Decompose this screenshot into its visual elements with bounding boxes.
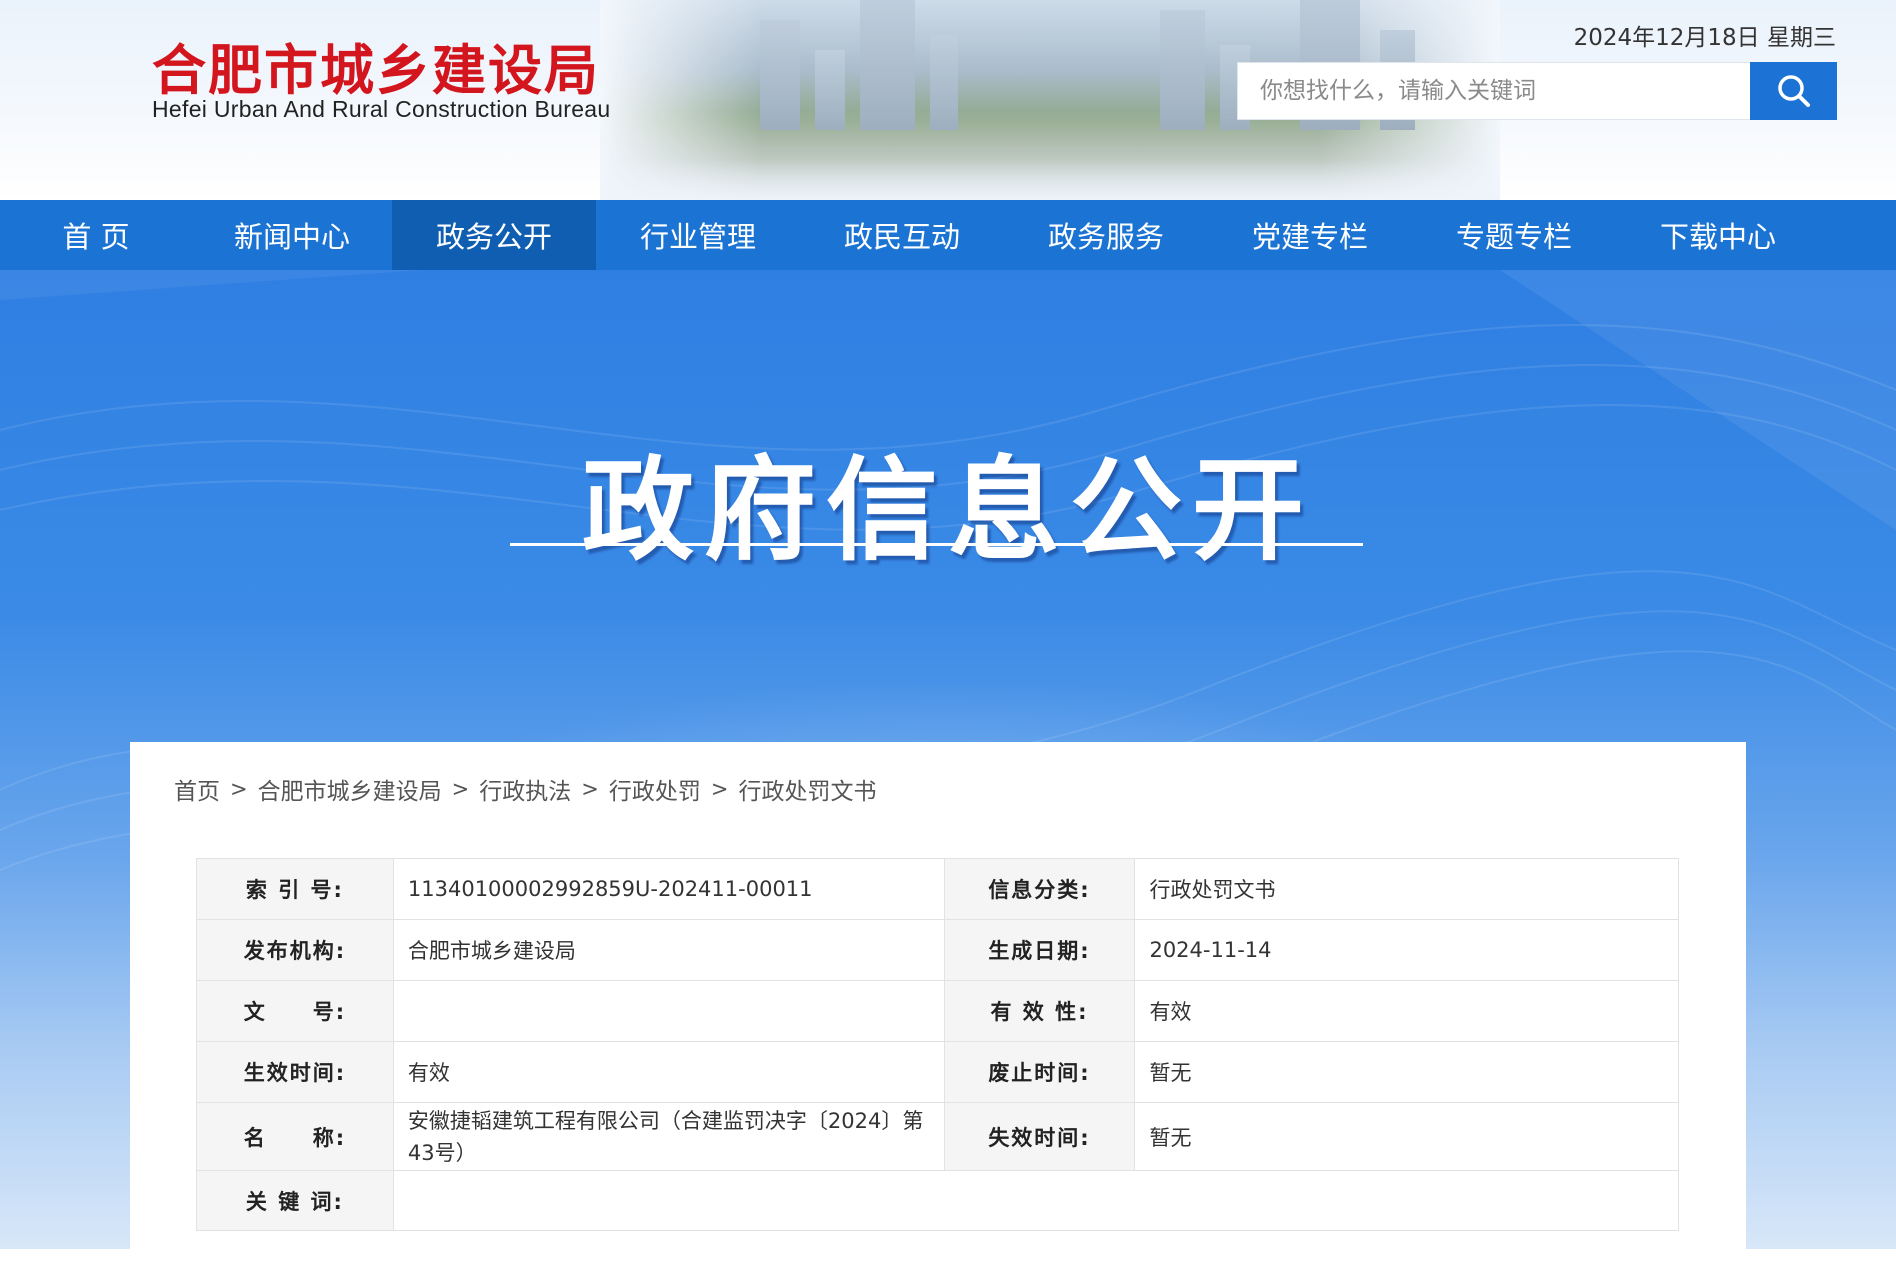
nav-item-downloads[interactable]: 下载中心	[1616, 200, 1820, 270]
keywords-value	[392, 1170, 1680, 1231]
search-icon	[1777, 75, 1810, 107]
expiry-time-value: 暂无	[1134, 1102, 1679, 1171]
info-category-label: 信息分类:	[943, 858, 1136, 920]
index-number-label: 索 引 号:	[196, 858, 394, 920]
title-label: 名 称:	[196, 1102, 394, 1171]
nav-item-news[interactable]: 新闻中心	[192, 200, 392, 270]
site-header: 合肥市城乡建设局 Hefei Urban And Rural Construct…	[0, 0, 1896, 200]
table-row: 名 称: 安徽捷韬建筑工程有限公司（合建监罚决字〔2024〕第43号） 失效时间…	[196, 1102, 1679, 1171]
breadcrumb-penalty-docs[interactable]: 行政处罚文书	[738, 772, 876, 806]
breadcrumb: 首页 > 合肥市城乡建设局 > 行政执法 > 行政处罚 > 行政处罚文书	[174, 772, 876, 806]
nav-item-home[interactable]: 首 页	[0, 200, 192, 270]
banner-underline	[510, 543, 1363, 546]
logo-subtitle: Hefei Urban And Rural Construction Burea…	[152, 96, 611, 122]
table-row: 关 键 词:	[196, 1170, 1680, 1231]
breadcrumb-separator: >	[230, 777, 248, 801]
title-text: 安徽捷韬建筑工程有限公司（合建监罚决字〔2024〕第43号）	[407, 1108, 924, 1165]
breadcrumb-penalty[interactable]: 行政处罚	[609, 772, 701, 806]
table-row: 生效时间: 有效 废止时间: 暂无	[196, 1041, 1679, 1103]
repeal-time-value: 暂无	[1134, 1041, 1679, 1103]
nav-item-industry[interactable]: 行业管理	[596, 200, 800, 270]
index-number-value: 11340100002992859U-202411-00011	[392, 858, 945, 920]
title-value: 安徽捷韬建筑工程有限公司（合建监罚决字〔2024〕第43号）	[392, 1102, 945, 1171]
effective-time-label: 生效时间:	[196, 1041, 394, 1103]
table-row: 文 号: 有 效 性: 有效	[196, 980, 1679, 1042]
table-row: 索 引 号: 11340100002992859U-202411-00011 信…	[196, 858, 1679, 920]
info-category-value: 行政处罚文书	[1134, 858, 1679, 920]
breadcrumb-separator: >	[451, 777, 470, 801]
effective-time-value: 有效	[392, 1041, 945, 1103]
nav-item-party[interactable]: 党建专栏	[1208, 200, 1412, 270]
repeal-time-label: 废止时间:	[943, 1041, 1136, 1103]
content-card: 首页 > 合肥市城乡建设局 > 行政执法 > 行政处罚 > 行政处罚文书 索 引…	[130, 742, 1746, 1262]
main-nav: 首 页 新闻中心 政务公开 行业管理 政民互动 政务服务 党建专栏 专题专栏 下…	[0, 200, 1896, 270]
breadcrumb-separator: >	[581, 777, 599, 801]
created-date-value: 2024-11-14	[1134, 919, 1679, 981]
breadcrumb-enforcement[interactable]: 行政执法	[479, 772, 571, 806]
breadcrumb-bureau[interactable]: 合肥市城乡建设局	[258, 772, 442, 806]
document-meta-table: 索 引 号: 11340100002992859U-202411-00011 信…	[196, 858, 1680, 1231]
validity-label: 有 效 性:	[943, 980, 1136, 1042]
logo-title[interactable]: 合肥市城乡建设局	[152, 26, 600, 105]
keywords-label: 关 键 词:	[196, 1170, 394, 1231]
table-row: 发布机构: 合肥市城乡建设局 生成日期: 2024-11-14	[196, 919, 1679, 981]
search-button[interactable]	[1750, 62, 1837, 120]
search-input[interactable]	[1238, 63, 1752, 119]
doc-number-label: 文 号:	[196, 980, 394, 1042]
nav-item-services[interactable]: 政务服务	[1004, 200, 1208, 270]
nav-item-topics[interactable]: 专题专栏	[1412, 200, 1616, 270]
publisher-label: 发布机构:	[196, 919, 394, 981]
expiry-time-label: 失效时间:	[943, 1102, 1136, 1171]
validity-value: 有效	[1134, 980, 1679, 1042]
search-box	[1237, 62, 1837, 120]
created-date-label: 生成日期:	[943, 919, 1136, 981]
banner-title: 政府信息公开	[582, 446, 1314, 576]
publisher-value: 合肥市城乡建设局	[392, 919, 945, 981]
current-date: 2024年12月18日 星期三	[1573, 25, 1836, 51]
nav-item-gov-affairs[interactable]: 政务公开	[392, 200, 596, 270]
breadcrumb-separator: >	[710, 777, 729, 801]
doc-number-value	[392, 980, 945, 1042]
breadcrumb-home[interactable]: 首页	[174, 772, 220, 806]
nav-item-interaction[interactable]: 政民互动	[800, 200, 1004, 270]
